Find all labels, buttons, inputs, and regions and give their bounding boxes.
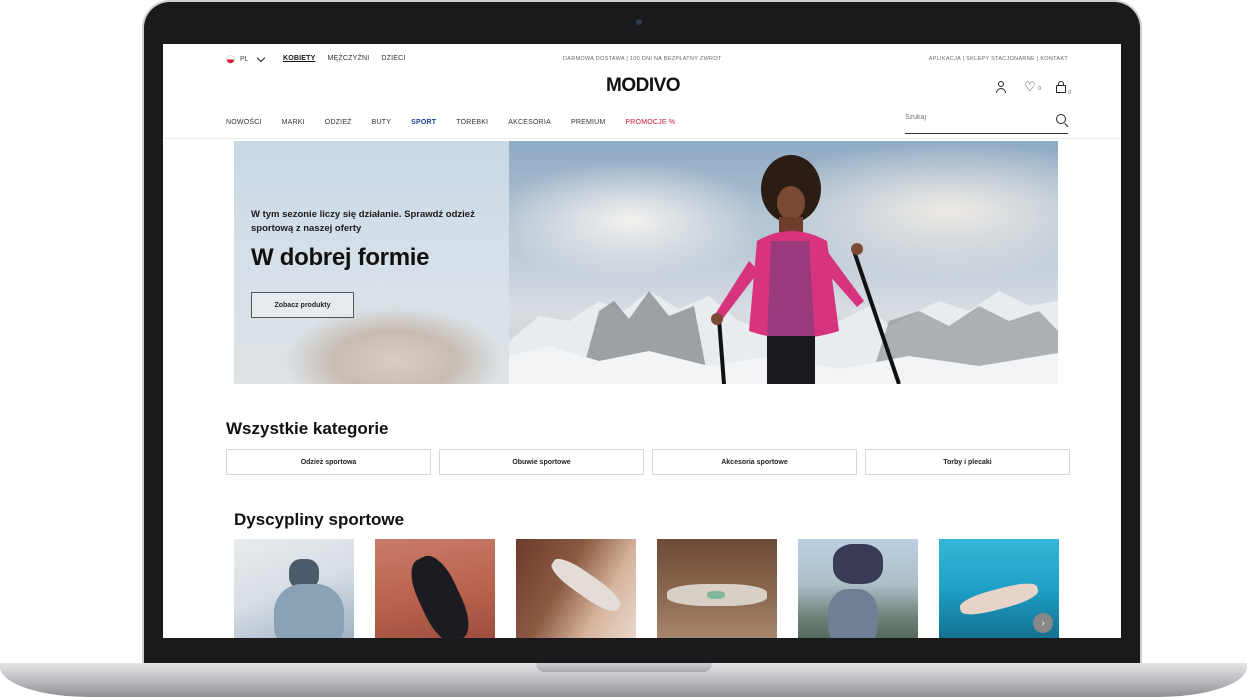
category-akcesoria-sportowe[interactable]: Akcesoria sportowe (652, 449, 857, 475)
hero-title: W dobrej formie (251, 244, 430, 271)
promo-banner-text: DARMOWA DOSTAWA | 100 DNI NA BEZPŁATNY Z… (563, 56, 722, 62)
nav-item-sport[interactable]: SPORT (411, 119, 436, 126)
nav-item-premium[interactable]: PREMIUM (571, 119, 605, 126)
nav-item-akcesoria[interactable]: AKCESORIA (508, 119, 551, 126)
service-links[interactable]: APLIKACJA | SKLEPY STACJONARNE | KONTAKT (929, 56, 1068, 62)
gender-tabs: KOBIETY MĘŻCZYŹNI DZIECI (283, 55, 406, 62)
language-selector[interactable]: PL (226, 53, 265, 64)
discipline-tile[interactable]: › (939, 539, 1059, 638)
hero-banner[interactable]: W tym sezonie liczy się działanie. Spraw… (234, 141, 1058, 384)
nav-item-nowosci[interactable]: NOWOŚCI (226, 119, 262, 126)
main-nav: NOWOŚCI MARKI ODZIEŻ BUTY SPORT TOREBKI … (226, 119, 695, 126)
tab-kobiety[interactable]: KOBIETY (283, 55, 316, 62)
discipline-tile[interactable] (234, 539, 354, 638)
chevron-down-icon (256, 53, 265, 63)
discipline-tile[interactable] (657, 539, 777, 638)
search-icon[interactable] (1056, 114, 1066, 124)
category-odziez-sportowa[interactable]: Odzież sportowa (226, 449, 431, 475)
see-products-button[interactable]: Zobacz produkty (251, 292, 354, 318)
wishlist-count: 0 (1038, 86, 1041, 92)
user-icon[interactable] (994, 80, 1008, 94)
tab-mezczyzni[interactable]: MĘŻCZYŹNI (328, 55, 370, 62)
heart-icon[interactable]: ♡ 0 (1024, 80, 1041, 94)
tab-dzieci[interactable]: DZIECI (381, 55, 405, 62)
carousel-next-button[interactable]: › (1033, 613, 1053, 633)
laptop-notch (536, 663, 712, 672)
nav-item-buty[interactable]: BUTY (372, 119, 391, 126)
disciplines-carousel: › (234, 539, 1059, 638)
hero-photo-svg (509, 155, 1058, 384)
hero-subtitle: W tym sezonie liczy się działanie. Spraw… (251, 209, 475, 234)
nav-item-marki[interactable]: MARKI (282, 119, 305, 126)
nav-item-promocje[interactable]: PROMOCJE % (625, 119, 675, 126)
nav-item-odziez[interactable]: ODZIEŻ (325, 119, 352, 126)
category-torby-i-plecaki[interactable]: Torby i plecaki (865, 449, 1070, 475)
cart-count: 0 (1068, 90, 1071, 96)
laptop-base (0, 663, 1247, 697)
category-obuwie-sportowe[interactable]: Obuwie sportowe (439, 449, 644, 475)
site-header: PL KOBIETY MĘŻCZYŹNI DZIECI DARMOWA DOST… (163, 44, 1121, 139)
bag-icon[interactable]: 0 (1054, 80, 1071, 96)
hero-image (509, 141, 1058, 384)
browser-screen: PL KOBIETY MĘŻCZYŹNI DZIECI DARMOWA DOST… (163, 44, 1121, 638)
nav-item-torebki[interactable]: TOREBKI (456, 119, 488, 126)
disciplines-heading: Dyscypliny sportowe (234, 510, 405, 529)
discipline-tile[interactable] (798, 539, 918, 638)
search-input[interactable] (905, 114, 1025, 121)
discipline-tile[interactable] (516, 539, 636, 638)
categories-heading: Wszystkie kategorie (226, 419, 389, 438)
site-logo[interactable]: MODIVO (606, 75, 681, 97)
discipline-tile[interactable] (375, 539, 495, 638)
poland-flag-icon (226, 55, 235, 64)
categories-list: Odzież sportowa Obuwie sportowe Akcesori… (226, 449, 1070, 475)
search-bar (905, 110, 1068, 134)
language-label: PL (240, 56, 249, 63)
header-icons: ♡ 0 0 (994, 80, 1071, 96)
camera-icon (636, 19, 642, 25)
